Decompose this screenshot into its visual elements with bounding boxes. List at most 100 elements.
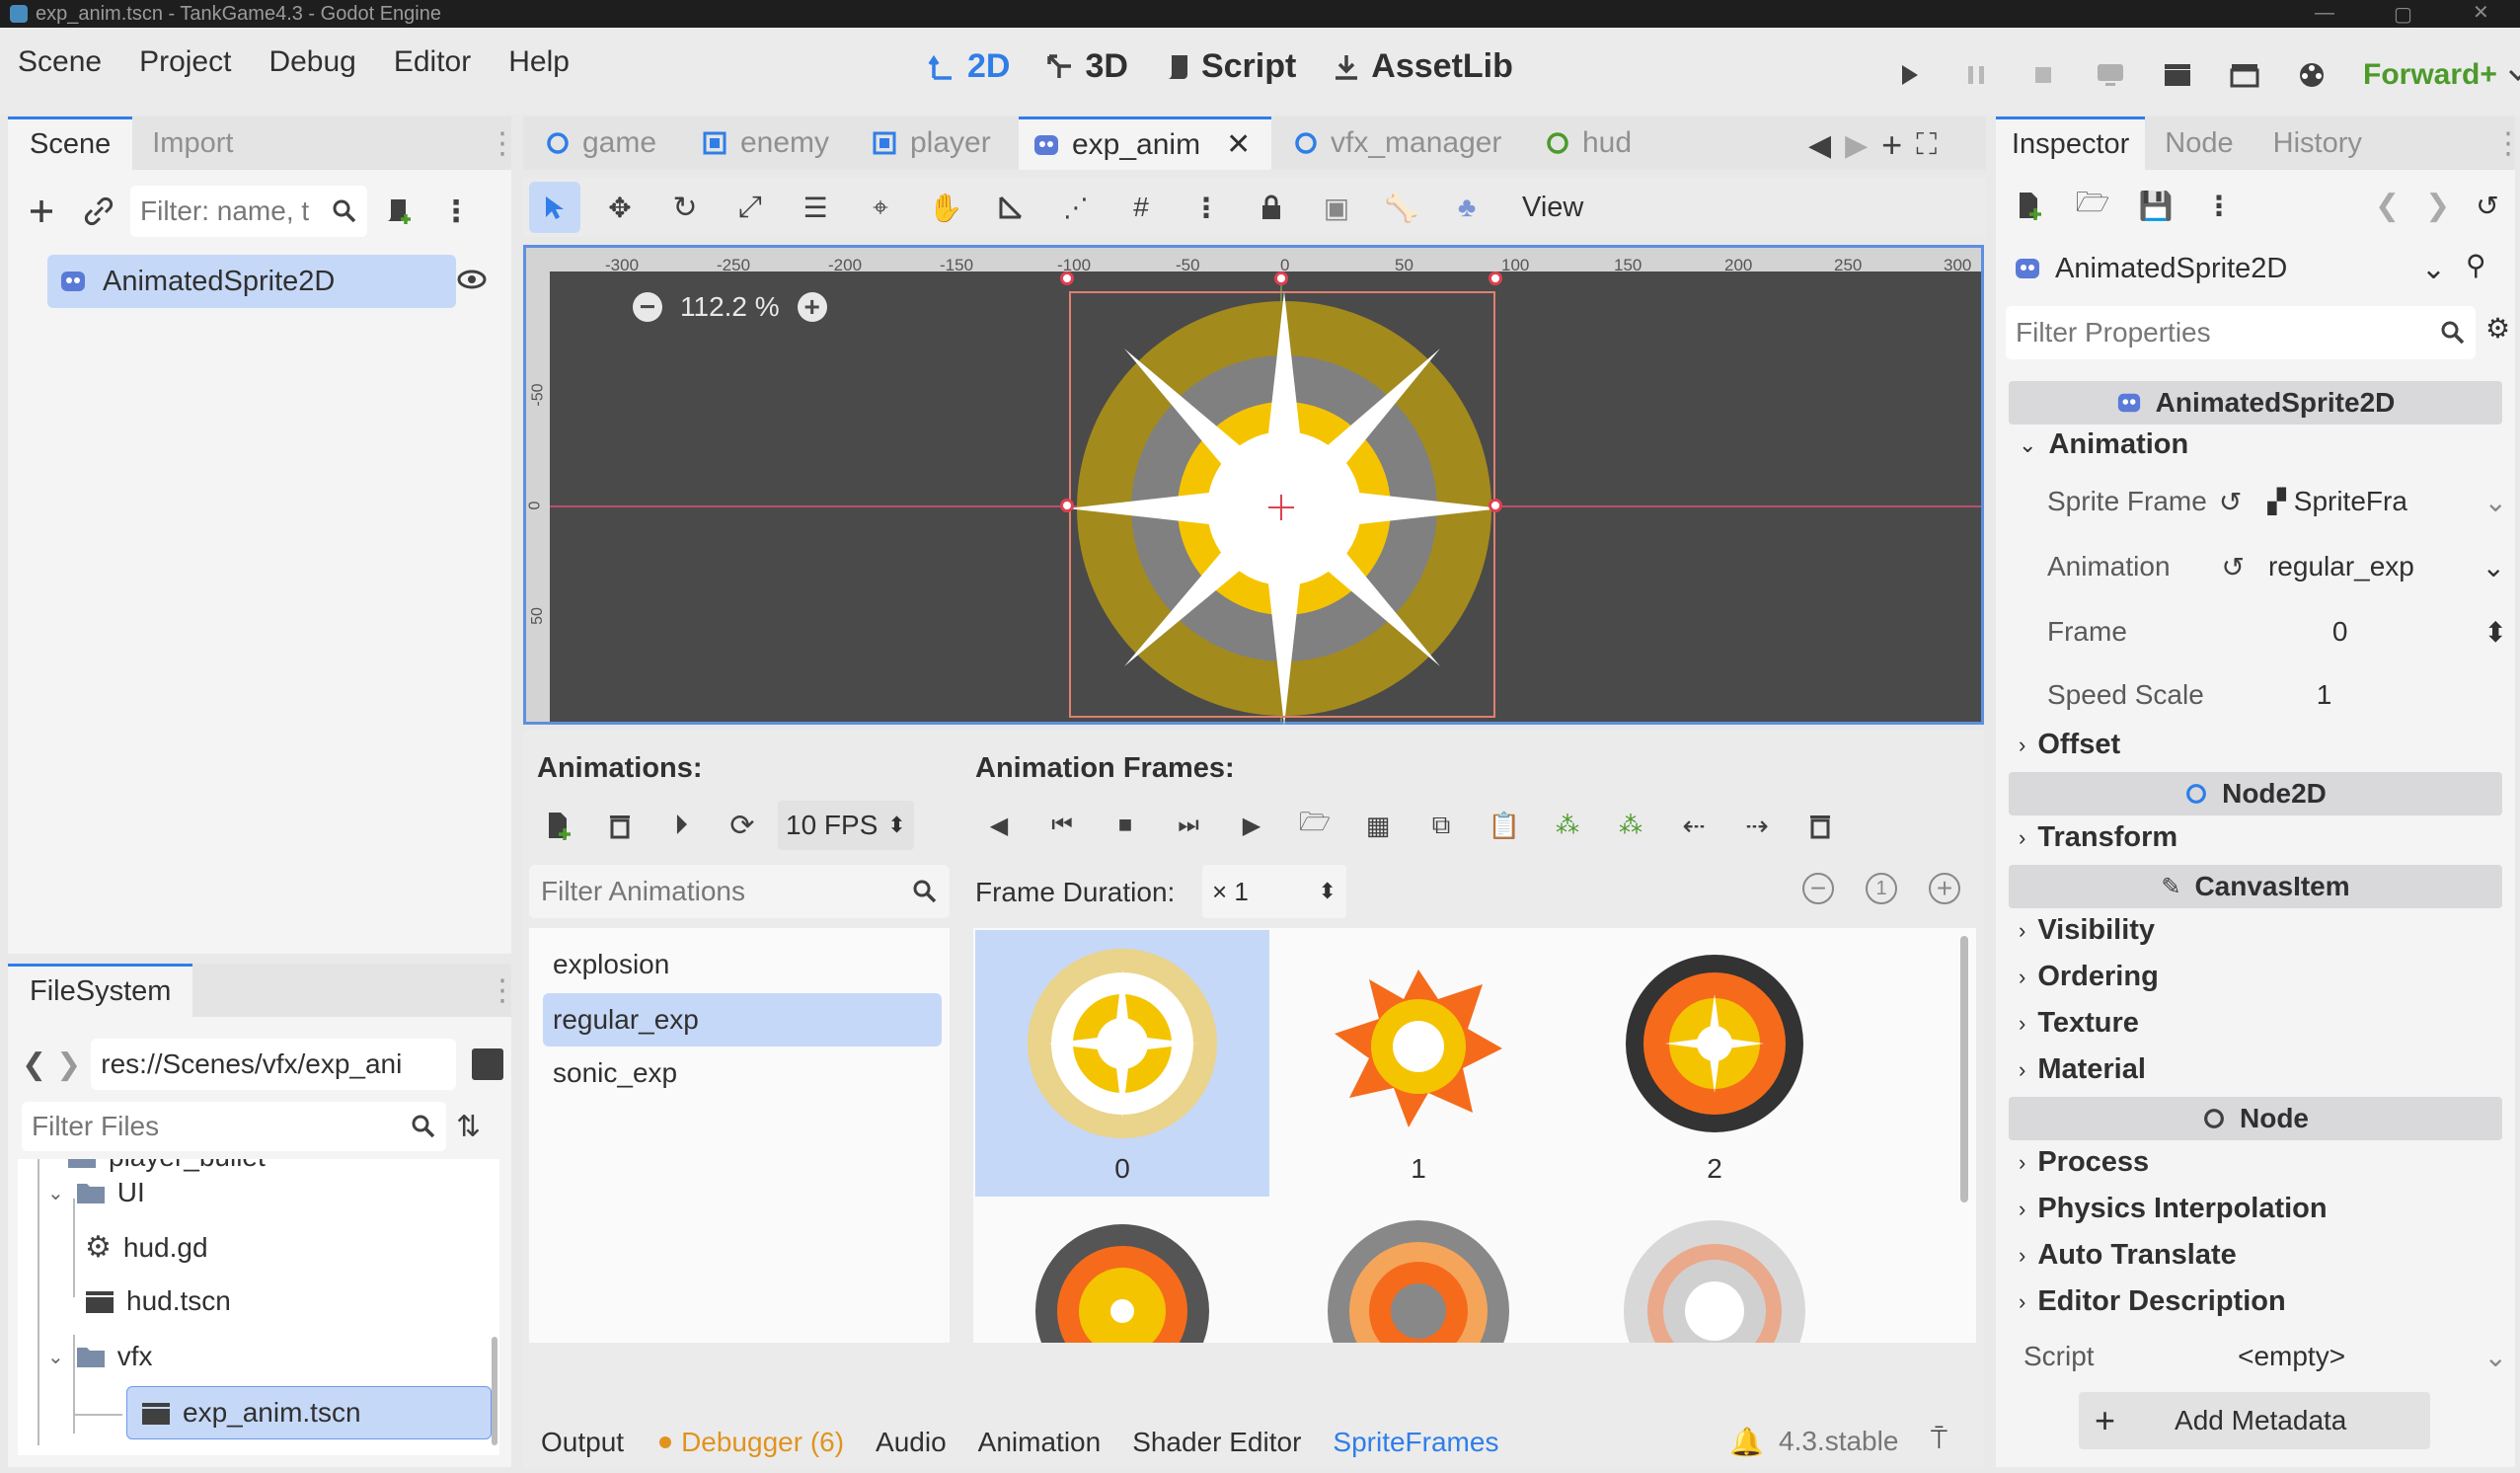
remote-debug-button[interactable] — [2085, 49, 2136, 101]
list-select-button[interactable]: ☰ — [790, 182, 841, 233]
category-editor-description[interactable]: › Editor Description — [2019, 1285, 2286, 1318]
category-offset[interactable]: › Offset — [2019, 729, 2120, 761]
menu-editor[interactable]: Editor — [394, 45, 471, 79]
new-resource-button[interactable] — [2004, 180, 2055, 231]
zoom-reset-icon[interactable]: 1 — [1866, 873, 1897, 904]
file-item-hud-tscn[interactable]: hud.tscn — [85, 1285, 231, 1317]
category-visibility[interactable]: › Visibility — [2019, 914, 2155, 947]
load-resource-button[interactable]: 🗁 — [2067, 180, 2118, 231]
bottom-tab-output[interactable]: Output — [541, 1427, 624, 1458]
bottom-tab-animation[interactable]: Animation — [978, 1427, 1102, 1458]
pan-mode-button[interactable]: ✋ — [920, 182, 971, 233]
insert-before-button[interactable]: ⁂ — [1542, 800, 1593, 851]
scale-mode-button[interactable]: ⤢ — [725, 182, 776, 233]
pivot-crosshair[interactable] — [1268, 495, 1294, 520]
category-physics-interpolation[interactable]: › Physics Interpolation — [2019, 1193, 2328, 1225]
movie-maker-button[interactable] — [2286, 49, 2337, 101]
sort-icon[interactable]: ⇅ — [456, 1110, 481, 1144]
bottom-tab-audio[interactable]: Audio — [876, 1427, 947, 1458]
tab-filesystem[interactable]: FileSystem — [8, 964, 193, 1017]
move-right-button[interactable]: ⇢ — [1731, 800, 1783, 851]
frame-cell[interactable] — [1271, 1210, 1565, 1343]
copy-frame-button[interactable]: ⧉ — [1415, 800, 1467, 851]
tab-import[interactable]: Import — [132, 126, 253, 160]
maximize-button[interactable]: ▢ — [2394, 2, 2412, 27]
frame-cell-selected[interactable]: 0 — [975, 930, 1269, 1197]
add-metadata-button[interactable]: + Add Metadata — [2079, 1392, 2430, 1449]
chevron-down-icon[interactable]: ⌄ — [2484, 486, 2507, 518]
bottom-tab-debugger[interactable]: Debugger (6) — [681, 1427, 844, 1458]
attach-script-button[interactable] — [373, 186, 424, 237]
scroll-right-icon[interactable]: ▶ — [1845, 128, 1868, 163]
workspace-script-button[interactable]: Script — [1164, 47, 1296, 86]
resize-handle[interactable] — [1060, 499, 1074, 512]
view-menu-button[interactable]: View — [1506, 191, 1599, 224]
snap-options-button[interactable]: ⋮ — [1181, 182, 1232, 233]
tab-scene[interactable]: Scene — [8, 116, 133, 170]
autoplay-button[interactable]: ⏵ — [655, 800, 707, 851]
filesystem-filter-input[interactable]: Filter Files — [22, 1102, 446, 1151]
visibility-toggle[interactable] — [457, 267, 487, 292]
script-resource[interactable]: <empty> — [2213, 1341, 2371, 1372]
resize-handle[interactable] — [1489, 499, 1502, 512]
workspace-assetlib-button[interactable]: AssetLib — [1332, 47, 1513, 86]
viewport[interactable]: -300 -250 -200 -150 -100 -50 0 50 100 15… — [523, 245, 1984, 726]
animation-select[interactable]: regular_exp ⌄ — [2268, 551, 2505, 583]
menu-scene[interactable]: Scene — [18, 45, 102, 79]
animation-item-selected[interactable]: regular_exp — [543, 993, 942, 1047]
minimize-button[interactable]: — — [2315, 2, 2334, 25]
scene-filter-input[interactable]: Filter: name, t — [130, 186, 367, 237]
move-mode-button[interactable]: ✥ — [594, 182, 646, 233]
forward-arrow-icon[interactable]: ❯ — [56, 1047, 81, 1082]
object-selector[interactable]: AnimatedSprite2D ⌄ — [2006, 243, 2456, 294]
category-texture[interactable]: › Texture — [2019, 1007, 2139, 1040]
workspace-3d-button[interactable]: 3D — [1045, 47, 1128, 86]
play-from-start-button[interactable]: ⏭ — [1163, 800, 1214, 851]
speed-scale-field[interactable]: 1 — [2317, 679, 2332, 711]
resize-handle[interactable] — [1274, 271, 1288, 285]
resource-menu-button[interactable]: ⋮ — [2193, 180, 2245, 231]
menu-help[interactable]: Help — [508, 45, 570, 79]
resize-handle[interactable] — [1060, 271, 1074, 285]
lock-button[interactable] — [1246, 182, 1297, 233]
animation-item[interactable]: sonic_exp — [529, 1047, 950, 1100]
zoom-level[interactable]: 112.2 % — [680, 291, 780, 323]
file-item-player-bullet[interactable]: player_bullet — [67, 1159, 266, 1173]
tab-inspector[interactable]: Inspector — [1996, 116, 2146, 170]
scene-tab-player[interactable]: player — [871, 126, 991, 160]
file-item-ui[interactable]: ⌄ UI — [47, 1177, 145, 1208]
close-window-button[interactable]: ✕ — [2473, 0, 2489, 25]
ruler-mode-button[interactable] — [985, 182, 1036, 233]
scrollbar[interactable] — [492, 1337, 497, 1445]
instance-scene-button[interactable] — [73, 186, 124, 237]
fps-spinbox[interactable]: 10 FPS ⬍ — [778, 801, 914, 850]
frame-duration-spinbox[interactable]: × 1 ⬍ — [1202, 865, 1346, 918]
pivot-mode-button[interactable]: ⌖ — [855, 182, 906, 233]
category-material[interactable]: › Material — [2019, 1053, 2146, 1086]
group-button[interactable]: ▣ — [1311, 182, 1362, 233]
file-item-hud-gd[interactable]: ⚙ hud.gd — [85, 1230, 208, 1265]
scroll-left-icon[interactable]: ◀ — [1808, 128, 1831, 163]
stop-button[interactable] — [2018, 49, 2069, 101]
scene-tab-enemy[interactable]: enemy — [701, 126, 829, 160]
dock-menu-icon[interactable]: ⋮ — [2493, 126, 2520, 161]
bottom-tab-shader-editor[interactable]: Shader Editor — [1132, 1427, 1301, 1458]
file-item-exp-anim[interactable]: exp_anim.tscn — [126, 1386, 492, 1439]
node-info-icon[interactable]: ⚲ — [2466, 249, 2486, 281]
close-tab-icon[interactable]: ✕ — [1226, 127, 1251, 162]
play-backwards-button[interactable]: ◀ — [973, 800, 1025, 851]
loop-button[interactable]: ⟳ — [717, 800, 768, 851]
sprite-sheet-button[interactable]: ▦ — [1352, 800, 1404, 851]
property-filter-input[interactable]: Filter Properties — [2006, 306, 2476, 359]
scene-tab-game[interactable]: game — [545, 126, 656, 160]
history-back-icon[interactable]: ❮ — [2375, 189, 2400, 223]
workspace-2d-button[interactable]: 2D — [928, 47, 1010, 86]
back-arrow-icon[interactable]: ❮ — [22, 1047, 46, 1082]
revert-icon[interactable]: ↺ — [2222, 551, 2245, 583]
play-custom-scene-button[interactable] — [2219, 49, 2270, 101]
grid-snap-button[interactable]: # — [1115, 182, 1167, 233]
category-animation[interactable]: ⌄ Animation — [2019, 428, 2188, 461]
play-backwards-from-end-button[interactable]: ⏮ — [1036, 800, 1088, 851]
file-item-vfx[interactable]: ⌄ vfx — [47, 1341, 153, 1372]
smart-snap-button[interactable]: ⋰ — [1050, 182, 1102, 233]
